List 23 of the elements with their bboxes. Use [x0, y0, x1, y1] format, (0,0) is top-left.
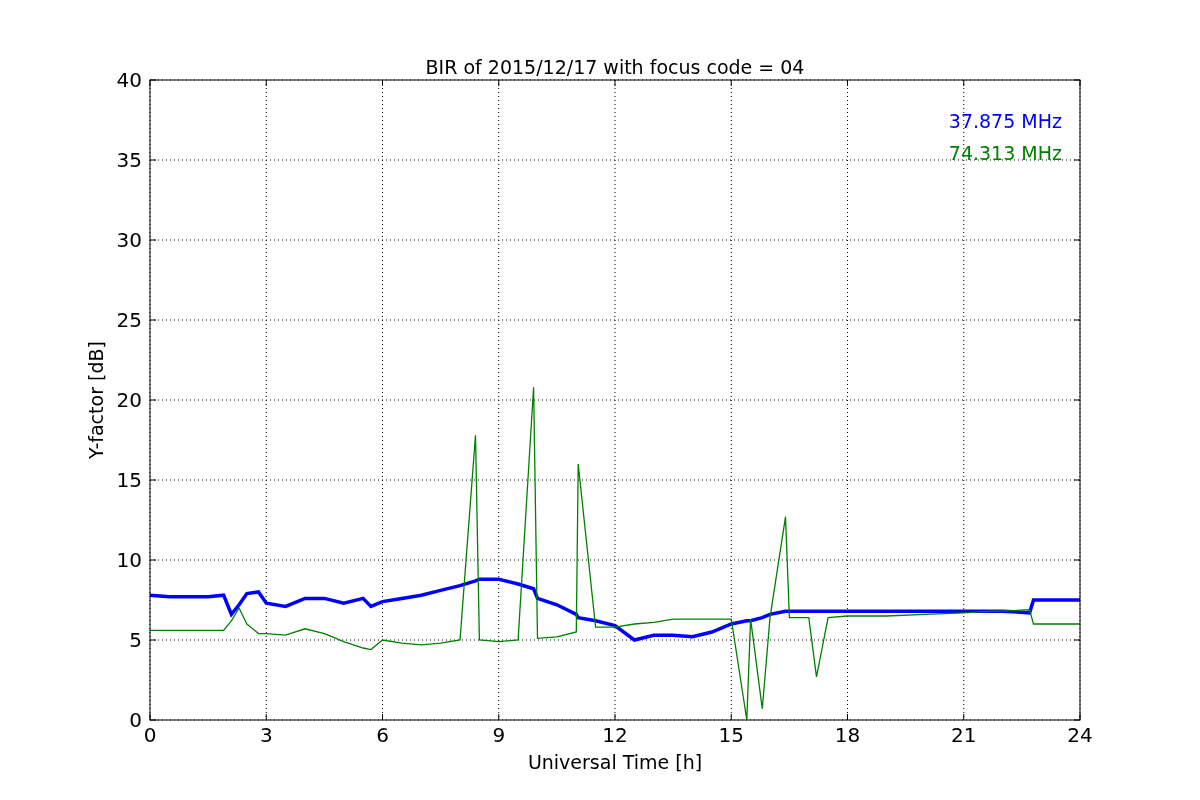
- x-tick-label: 18: [834, 723, 861, 747]
- x-tick-label: 6: [376, 723, 389, 747]
- y-tick-label: 10: [116, 548, 142, 572]
- x-tick-label: 21: [951, 723, 977, 747]
- legend-label: 74.313 MHz: [948, 142, 1062, 164]
- chart-title: BIR of 2015/12/17 with focus code = 04: [425, 56, 805, 78]
- x-tick-label: 24: [1067, 723, 1093, 747]
- y-tick-label: 0: [129, 708, 142, 732]
- y-tick-label: 20: [116, 388, 142, 412]
- x-tick-label: 12: [602, 723, 628, 747]
- y-tick-label: 15: [116, 468, 142, 492]
- x-tick-label: 15: [718, 723, 744, 747]
- x-tick-label: 3: [259, 723, 273, 747]
- y-tick-label: 25: [116, 308, 142, 332]
- x-tick-label: 0: [143, 723, 157, 747]
- x-tick-label: 9: [492, 723, 506, 747]
- y-tick-label: 35: [116, 148, 142, 172]
- y-tick-label: 30: [116, 228, 142, 252]
- y-tick-label: 40: [116, 68, 142, 92]
- legend-label: 37.875 MHz: [948, 110, 1062, 132]
- y-axis-label: Y-factor [dB]: [85, 341, 107, 459]
- y-tick-label: 5: [129, 628, 142, 652]
- x-axis-label: Universal Time [h]: [527, 751, 703, 773]
